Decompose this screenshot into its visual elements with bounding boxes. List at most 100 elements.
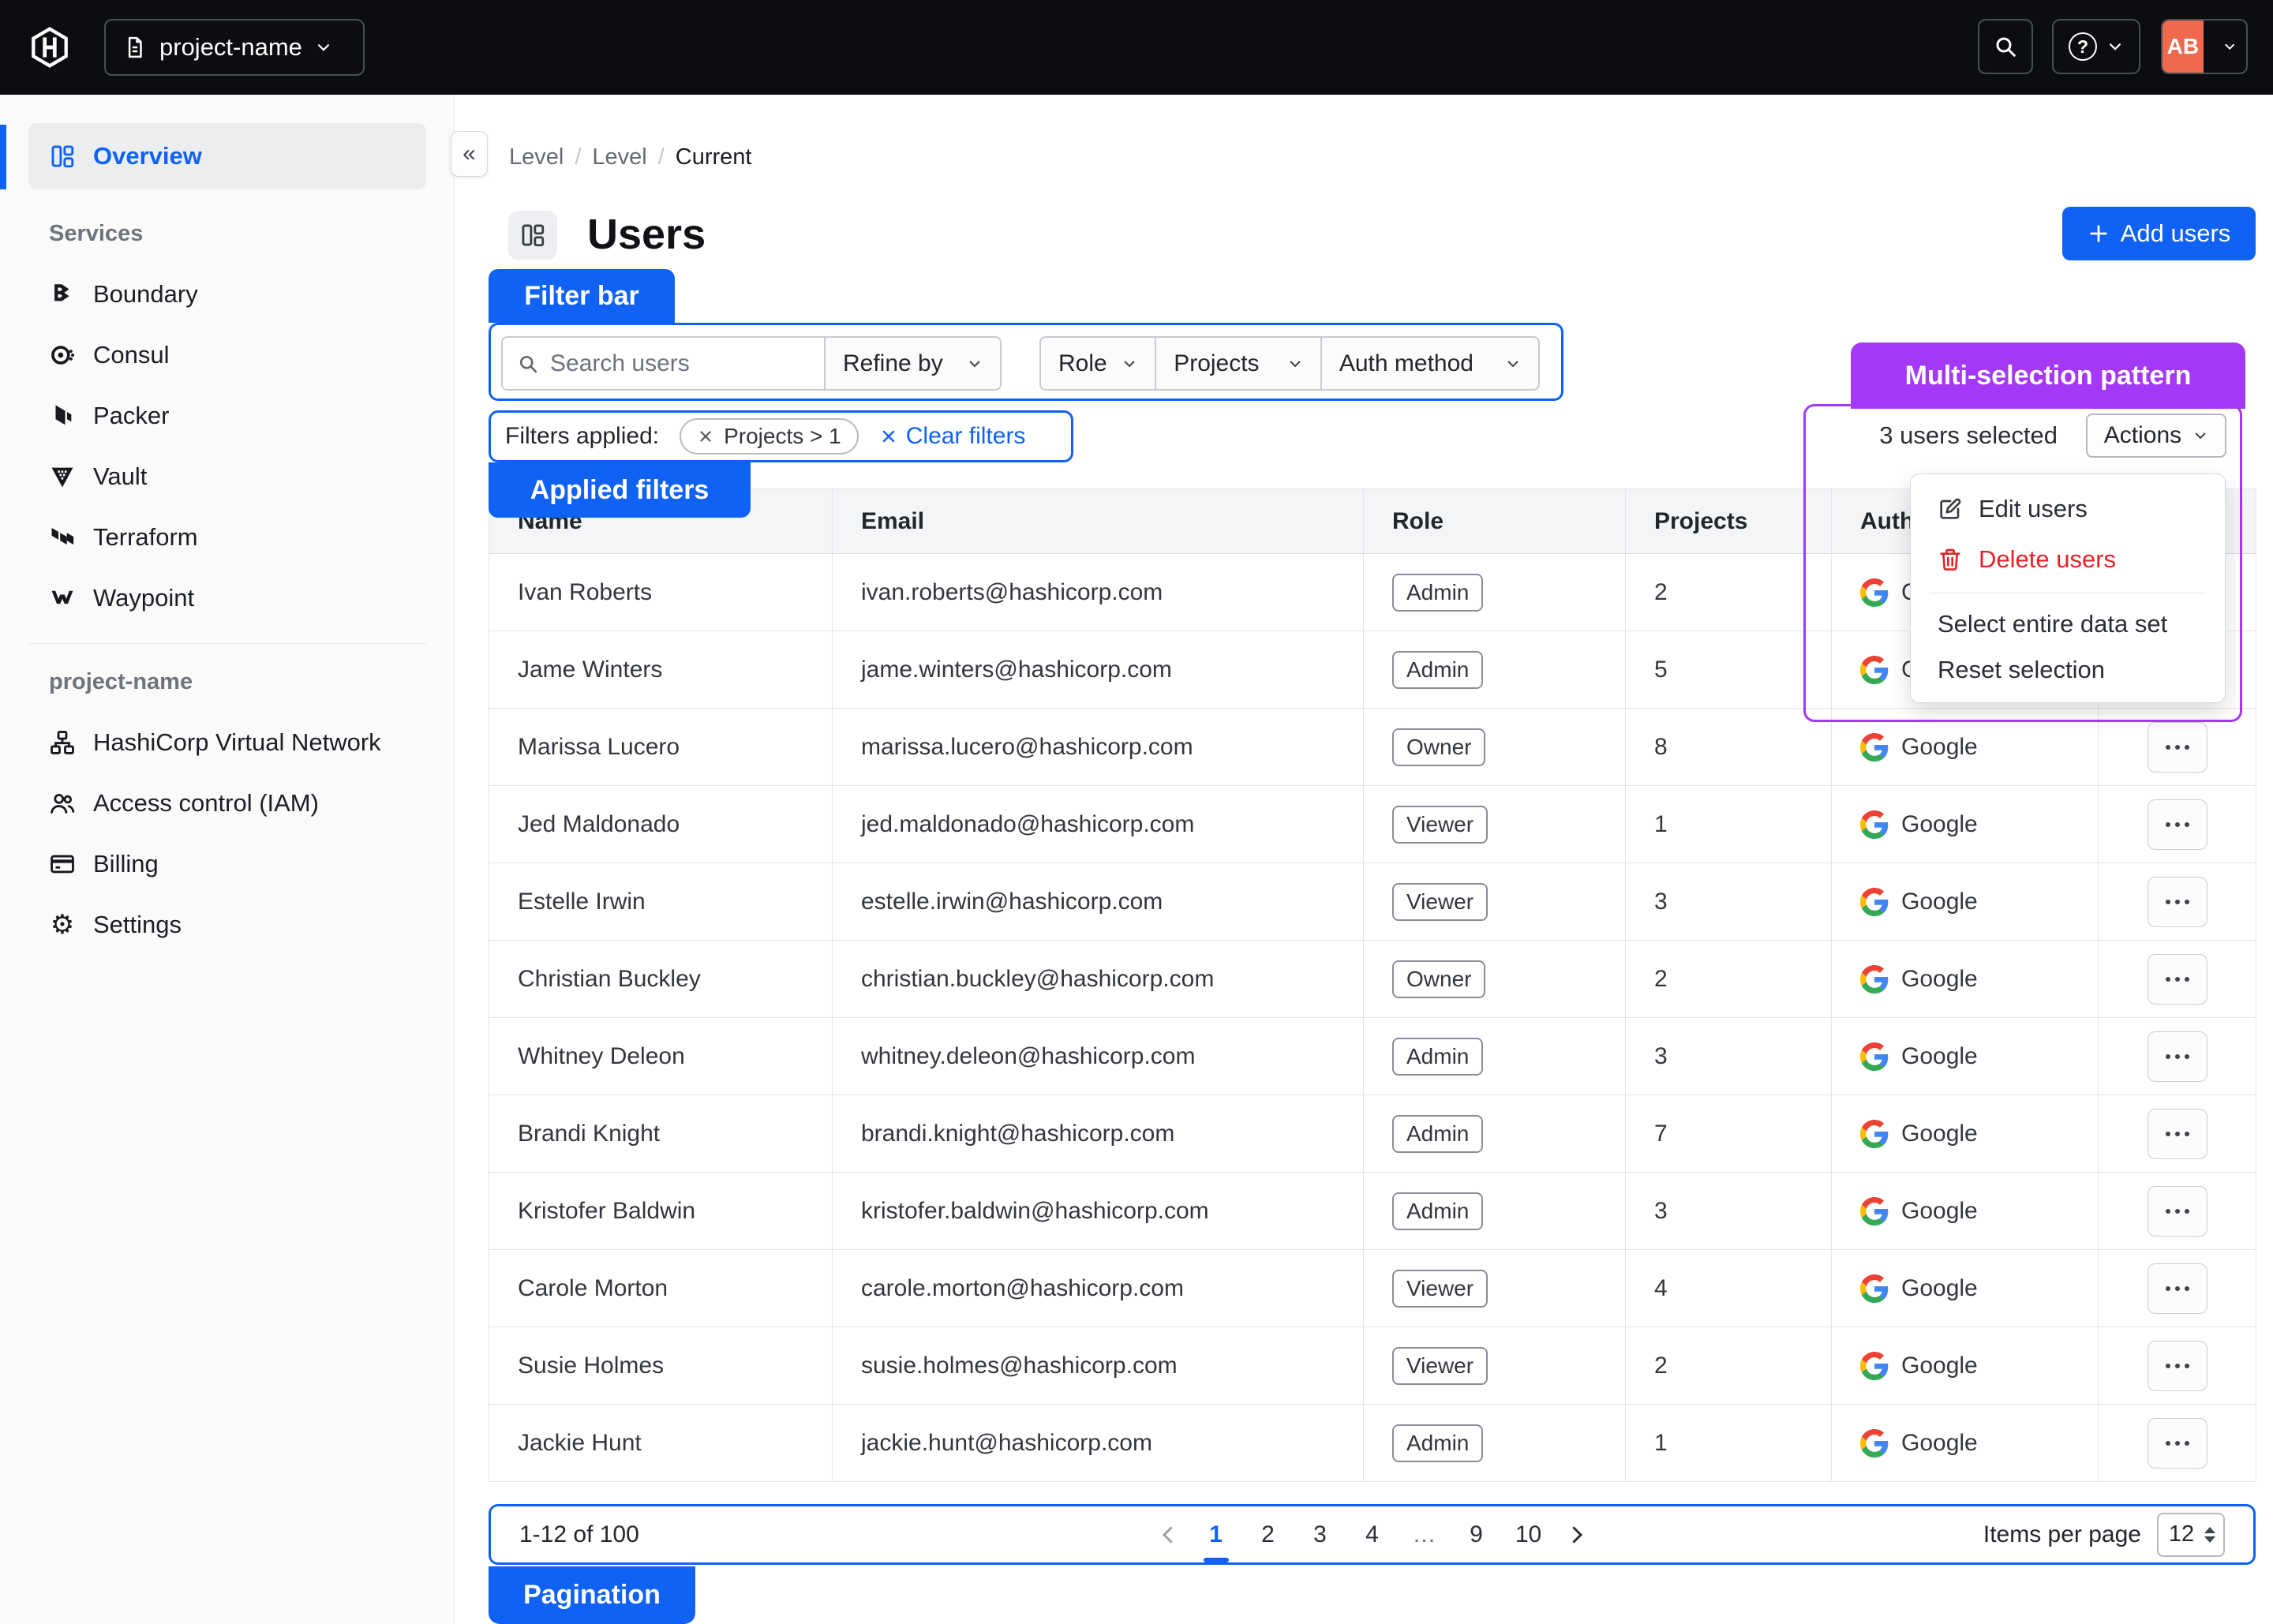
breadcrumb-level-1[interactable]: Level (509, 144, 564, 170)
column-header-projects[interactable]: Projects (1626, 489, 1832, 554)
items-per-page-stepper[interactable]: 12 (2157, 1513, 2225, 1557)
row-overflow-menu-button[interactable] (2148, 722, 2207, 773)
refine-by-label: Refine by (843, 350, 943, 377)
pagination-page-button[interactable]: 4 (1355, 1521, 1390, 1548)
row-overflow-menu-button[interactable] (2148, 877, 2207, 927)
sidebar-item-consul[interactable]: Consul (0, 324, 455, 385)
cell-name: Kristofer Baldwin (489, 1173, 833, 1250)
role-filter-dropdown[interactable]: Role (1041, 338, 1155, 389)
role-badge: Admin (1392, 1115, 1483, 1153)
row-overflow-menu-button[interactable] (2148, 1186, 2207, 1237)
pagination-page-button[interactable]: … (1407, 1521, 1442, 1548)
dismiss-icon (879, 427, 898, 446)
table-row: Susie Holmes susie.holmes@hashicorp.com … (489, 1327, 2256, 1405)
cell-name: Carole Morton (489, 1250, 833, 1327)
auth-method-filter-dropdown[interactable]: Auth method (1320, 338, 1538, 389)
menu-item-reset-selection[interactable]: Reset selection (1911, 647, 2225, 693)
account-menu-button[interactable]: AB (2161, 19, 2248, 74)
row-overflow-menu-button[interactable] (2148, 1031, 2207, 1082)
chevron-down-icon (1287, 356, 1303, 372)
sidebar-item-waypoint[interactable]: Waypoint (0, 567, 455, 628)
table-row: Brandi Knight brandi.knight@hashicorp.co… (489, 1095, 2256, 1173)
menu-item-select-entire-data-set[interactable]: Select entire data set (1911, 601, 2225, 647)
add-users-button[interactable]: Add users (2062, 207, 2256, 260)
clear-filters-label: Clear filters (906, 423, 1026, 450)
cell-auth-method: Google (1832, 1018, 2099, 1095)
ellipsis-icon (2166, 1054, 2189, 1059)
chevron-down-icon (2192, 428, 2208, 443)
menu-item-edit-users[interactable]: Edit users (1911, 484, 2225, 534)
google-icon (1860, 965, 1889, 993)
cell-projects: 1 (1626, 786, 1832, 863)
ellipsis-icon (2166, 1286, 2189, 1291)
sidebar-item-settings[interactable]: ⚙ Settings (0, 894, 455, 955)
sidebar-item-terraform[interactable]: Terraform (0, 507, 455, 567)
cell-role: Viewer (1364, 786, 1626, 863)
row-overflow-menu-button[interactable] (2148, 954, 2207, 1005)
cell-auth-method: Google (1832, 941, 2099, 1018)
cell-name: Brandi Knight (489, 1095, 833, 1173)
pagination-page-button[interactable]: 1 (1199, 1521, 1234, 1548)
project-switcher-button[interactable]: project-name (104, 19, 365, 76)
row-overflow-menu-button[interactable] (2148, 1263, 2207, 1314)
cell-email: ivan.roberts@hashicorp.com (833, 554, 1364, 631)
sidebar-section-project: project-name (49, 669, 193, 695)
role-badge: Admin (1392, 651, 1483, 689)
column-header-email[interactable]: Email (833, 489, 1364, 554)
dismiss-icon[interactable] (697, 428, 714, 445)
annotation-box-pagination: 1-12 of 100 1234…910 Items per page 12 (489, 1504, 2256, 1565)
row-overflow-menu-button[interactable] (2148, 1109, 2207, 1159)
breadcrumb-level-2[interactable]: Level (592, 144, 646, 170)
table-row: Estelle Irwin estelle.irwin@hashicorp.co… (489, 863, 2256, 941)
row-overflow-menu-button[interactable] (2148, 1341, 2207, 1391)
cell-actions (2099, 863, 2256, 941)
actions-dropdown-button[interactable]: Actions (2086, 413, 2226, 458)
pagination-range: 1-12 of 100 (519, 1521, 639, 1548)
global-search-button[interactable] (1978, 19, 2033, 74)
chevron-right-icon (1565, 1523, 1589, 1547)
pagination-page-button[interactable]: 9 (1459, 1521, 1494, 1548)
row-overflow-menu-button[interactable] (2148, 799, 2207, 850)
chevron-down-icon (2222, 38, 2237, 55)
cell-actions (2099, 1173, 2256, 1250)
pagination-prev-button[interactable] (1156, 1523, 1180, 1547)
sidebar-item-boundary[interactable]: Boundary (0, 264, 455, 324)
row-overflow-menu-button[interactable] (2148, 1418, 2207, 1469)
annotation-pagination: Pagination (489, 1566, 695, 1624)
cell-auth-method: Google (1832, 863, 2099, 941)
cell-actions (2099, 1095, 2256, 1173)
filter-chip-projects[interactable]: Projects > 1 (680, 418, 859, 455)
breadcrumb: Level Level Current (509, 144, 751, 170)
sidebar-collapse-button[interactable] (451, 131, 488, 177)
sidebar-item-vault[interactable]: Vault (0, 446, 455, 507)
projects-filter-dropdown[interactable]: Projects (1155, 338, 1320, 389)
help-menu-button[interactable]: ? (2052, 19, 2140, 74)
pagination-page-button[interactable]: 3 (1303, 1521, 1338, 1548)
terraform-icon (49, 524, 76, 551)
search-users-field[interactable] (503, 338, 824, 389)
menu-item-label: Reset selection (1938, 656, 2105, 684)
search-input[interactable] (550, 350, 787, 377)
items-per-page-value: 12 (2159, 1521, 2204, 1547)
google-icon (1860, 656, 1889, 684)
cell-role: Admin (1364, 1405, 1626, 1482)
menu-item-delete-users[interactable]: Delete users (1911, 534, 2225, 585)
sidebar-item-hvn[interactable]: HashiCorp Virtual Network (0, 712, 455, 773)
sidebar-item-packer[interactable]: Packer (0, 385, 455, 446)
pagination-next-button[interactable] (1565, 1523, 1589, 1547)
breadcrumb-separator (575, 144, 581, 170)
pagination-page-button[interactable]: 2 (1251, 1521, 1286, 1548)
sidebar-item-access-control[interactable]: Access control (IAM) (0, 773, 455, 833)
menu-item-label: Delete users (1979, 545, 2116, 574)
selection-count: 3 users selected (1879, 421, 2058, 450)
selection-bar: 3 users selected Actions (1803, 410, 2242, 461)
cell-name: Jed Maldonado (489, 786, 833, 863)
clear-filters-link[interactable]: Clear filters (879, 423, 1026, 450)
pagination-page-button[interactable]: 10 (1511, 1521, 1546, 1548)
add-users-label: Add users (2121, 219, 2231, 248)
hcp-users-page: project-name ? AB Overview Servi (0, 0, 2273, 1624)
column-header-role[interactable]: Role (1364, 489, 1626, 554)
sidebar-item-overview[interactable]: Overview (28, 123, 426, 189)
refine-by-dropdown[interactable]: Refine by (824, 338, 1000, 389)
sidebar-item-billing[interactable]: Billing (0, 833, 455, 894)
